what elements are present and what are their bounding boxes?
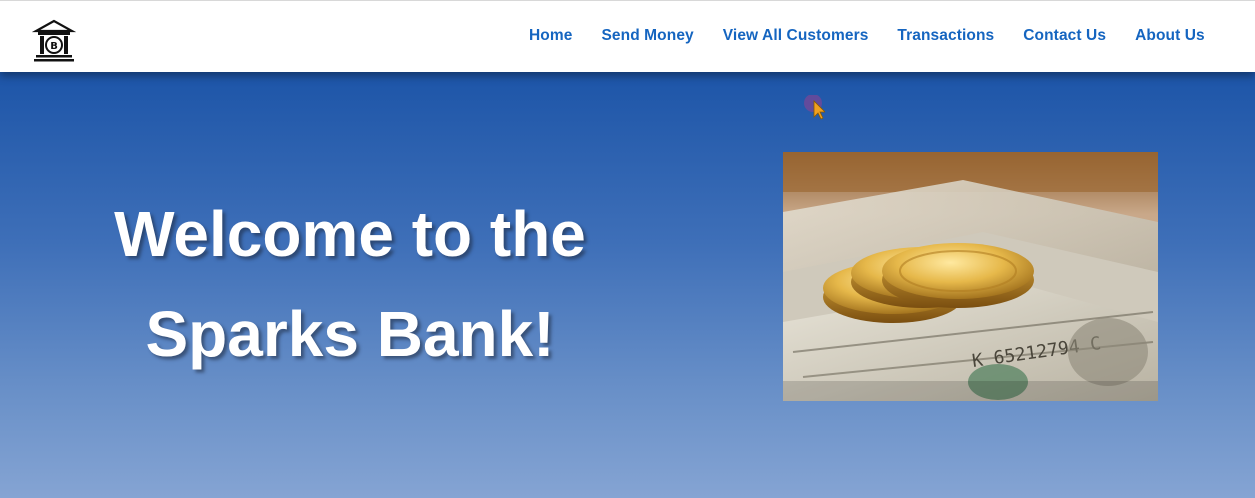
navbar: B Home Send Money View All Customers Tra…: [0, 0, 1255, 72]
nav-links: Home Send Money View All Customers Trans…: [529, 27, 1205, 45]
nav-link-view-all-customers[interactable]: View All Customers: [723, 27, 869, 45]
nav-link-send-money[interactable]: Send Money: [601, 27, 693, 45]
money-coins-image: K 65212794 C: [783, 152, 1158, 401]
nav-link-contact-us[interactable]: Contact Us: [1023, 27, 1106, 45]
hero-title-line-1: Welcome to the: [114, 198, 586, 270]
nav-link-about-us[interactable]: About Us: [1135, 27, 1205, 45]
bank-logo-icon[interactable]: B: [31, 19, 77, 63]
nav-link-transactions[interactable]: Transactions: [897, 27, 994, 45]
nav-link-home[interactable]: Home: [529, 27, 572, 45]
mouse-cursor-icon: [803, 94, 826, 126]
svg-text:B: B: [50, 41, 58, 52]
hero-title-line-2: Sparks Bank!: [145, 298, 555, 370]
hero-section: Welcome to the Sparks Bank! K 65212794 C: [0, 72, 1255, 498]
hero-title: Welcome to the Sparks Bank!: [70, 184, 630, 384]
